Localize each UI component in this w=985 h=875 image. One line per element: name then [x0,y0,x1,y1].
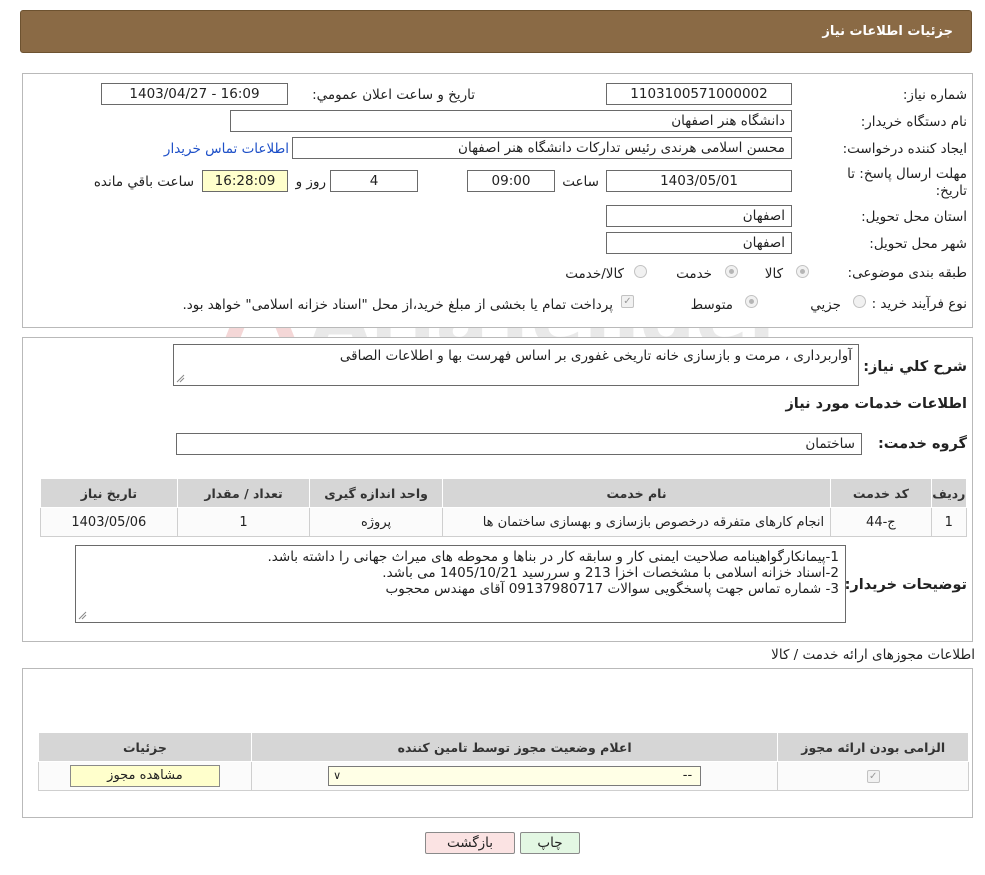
permit-required-checkbox[interactable]: ✓ [866,769,880,783]
process-option-medium: متوسط [690,297,733,313]
treasury-payment-checkbox[interactable]: ✓ [621,295,634,308]
province-field[interactable]: اصفهان [606,205,792,227]
col-service-name: نام خدمت [441,478,832,508]
services-table: رديف کد خدمت نام خدمت واحد اندازه گيری ت… [40,478,968,537]
cell-permit-status: ∨ -- [250,761,779,791]
summary-textarea[interactable]: آواربرداری ، مرمت و بازسازی خانه تاریخی … [173,344,859,386]
summary-label: شرح کلي نياز: [863,359,967,375]
buyer-contact-link[interactable]: اطلاعات تماس خريدار [164,141,289,157]
page-header: جزئیات اطلاعات نیاز [20,10,972,53]
services-title: اطلاعات خدمات مورد نياز [785,396,967,412]
cell-unit: پروژه [309,507,443,537]
col-unit: واحد اندازه گيری [309,478,443,508]
category-option-goods-service: کالا/خدمت [565,266,624,282]
cell-permit-required: ✓ [777,761,969,791]
service-group-label: گروه خدمت: [877,436,967,452]
category-option-service: خدمت [676,266,712,282]
col-row: رديف [930,478,968,508]
col-permit-details: جزئيات [38,732,252,762]
col-service-code: کد خدمت [830,478,932,508]
service-group-field[interactable]: ساختمان [176,433,862,455]
city-field[interactable]: اصفهان [606,232,792,254]
col-need-date: تاريخ نياز [40,478,178,508]
remaining-time-label: ساعت باقي مانده [93,174,194,190]
buyer-org-label: نام دستگاه خريدار: [860,114,967,130]
treasury-payment-note: پرداخت تمام يا بخشی از مبلغ خريد،از محل … [182,297,613,313]
cell-row: 1 [930,507,968,537]
process-radio-minor[interactable] [853,295,866,308]
buyer-org-field[interactable]: دانشگاه هنر اصفهان [230,110,792,132]
buyer-notes-textarea[interactable]: 1-پیمانکارگواهینامه صلاحیت ایمنی کار و س… [75,545,846,623]
table-row: ✓ ∨ -- مشاهده مجوز [38,761,969,791]
permit-status-value: -- [682,768,693,783]
process-label: نوع فرآيند خريد : [871,296,967,312]
deadline-label: مهلت ارسال پاسخ: تا [847,166,967,182]
cell-quantity: 1 [176,507,311,537]
cell-service-code: ج-44 [830,507,932,537]
announce-date-label: تاریخ و ساعت اعلان عمومي: [312,87,475,103]
cell-service-name: انجام کارهای متفرقه درخصوص بازسازی و بهس… [441,507,832,537]
remaining-days-field[interactable]: 4 [330,170,418,192]
category-option-goods: کالا [764,266,783,282]
table-row: 1 ج-44 انجام کارهای متفرقه درخصوص بازساز… [40,507,968,537]
services-table-header: رديف کد خدمت نام خدمت واحد اندازه گيری ت… [40,478,968,508]
requester-label: ايجاد کننده درخواست: [842,141,967,157]
buyer-note-line-3: 3- شماره تماس جهت پاسخگویی سوالات 091379… [385,581,839,597]
remaining-time-field[interactable]: 16:28:09 [202,170,288,192]
select-chevron-down-icon: ∨ [333,769,342,782]
need-number-label: شماره نیاز: [902,87,967,103]
deadline-date-field[interactable]: 1403/05/01 [606,170,792,192]
col-permit-required: الزامی بودن ارائه مجوز [777,732,969,762]
print-button[interactable]: چاپ [520,832,580,854]
resize-grip-icon[interactable] [176,374,185,383]
process-radio-medium[interactable] [745,295,758,308]
summary-text: آواربرداری ، مرمت و بازسازی خانه تاریخی … [339,348,852,364]
cell-need-date: 1403/05/06 [40,507,178,537]
category-radio-goods[interactable] [796,265,809,278]
deadline-time-label: ساعت [562,174,599,190]
buyer-note-line-1: 1-پیمانکارگواهینامه صلاحیت ایمنی کار و س… [267,549,840,565]
category-radio-service[interactable] [725,265,738,278]
need-number-field[interactable]: 1103100571000002 [606,83,792,105]
requester-field[interactable]: محسن اسلامی هرندی رئیس تدارکات دانشگاه ه… [292,137,792,159]
resize-grip-icon[interactable] [78,611,87,620]
view-permit-button[interactable]: مشاهده مجوز [69,765,220,787]
process-option-minor: جزيي [810,297,841,313]
days-label: روز و [295,174,326,190]
category-label: طبقه بندی موضوعی: [847,265,967,281]
permits-table-header: الزامی بودن ارائه مجوز اعلام وضعيت مجوز … [38,732,969,762]
col-quantity: تعداد / مقدار [176,478,311,508]
col-permit-status: اعلام وضعيت مجوز توسط تامين کننده [250,732,779,762]
permits-title: اطلاعات مجوزهای ارائه خدمت / کالا [771,647,975,663]
buyer-notes-label: توضيحات خريدار: [844,577,967,593]
deadline-time-field[interactable]: 09:00 [467,170,555,192]
permits-table: الزامی بودن ارائه مجوز اعلام وضعيت مجوز … [38,732,969,791]
announce-date-field[interactable]: 1403/04/27 - 16:09 [101,83,288,105]
deadline-label-date: تاريخ: [935,183,967,199]
city-label: شهر محل تحویل: [869,236,967,252]
category-radio-goods-service[interactable] [634,265,647,278]
page-title: جزئیات اطلاعات نیاز [822,24,953,39]
cell-permit-details: مشاهده مجوز [38,761,252,791]
permit-status-select[interactable]: ∨ -- [328,766,702,786]
province-label: استان محل تحویل: [861,209,967,225]
buyer-note-line-2: 2-اسناد خزانه اسلامی با مشخصات اخزا 213 … [382,565,839,581]
back-button[interactable]: بازگشت [425,832,515,854]
